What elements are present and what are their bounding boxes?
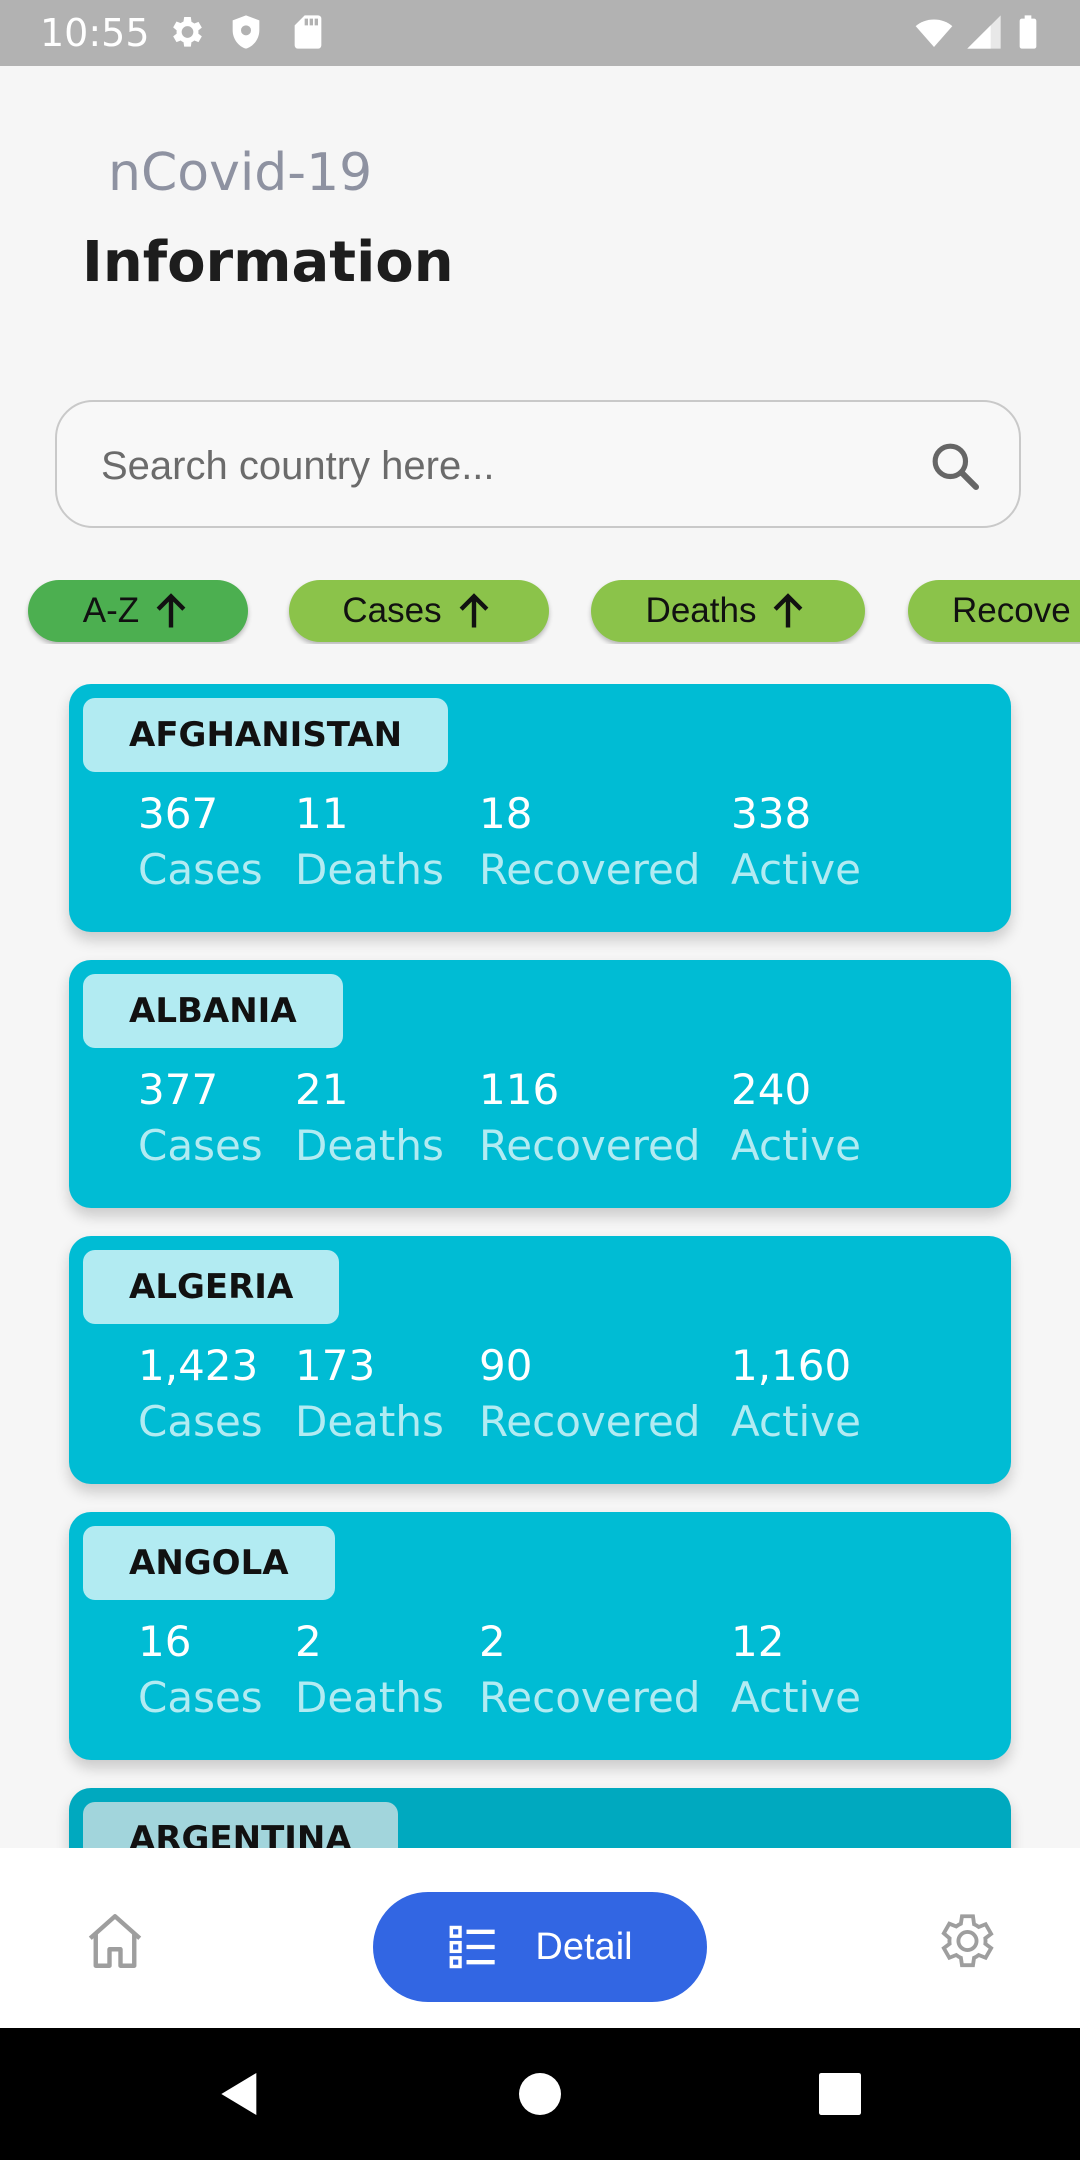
cases-label: Cases [138,1121,263,1170]
battery-icon [1019,15,1037,49]
app-screen: 10:55 nCovid-19 Information Search count… [0,0,1080,2160]
recovered-label: Recovered [479,845,701,894]
country-name: ALGERIA [83,1250,340,1324]
country-card[interactable]: ALGERIA 1,423 173 90 1,160 Cases Deaths … [69,1236,1011,1484]
gear-icon[interactable] [932,1908,998,1974]
sort-chip-az[interactable]: A-Z [28,580,248,642]
nav-detail-label: Detail [535,1925,633,1968]
sort-chip-label: Cases [342,591,442,630]
sort-chip-cases[interactable]: Cases [289,580,549,642]
gear-icon [173,17,202,47]
active-label: Active [731,1673,861,1722]
recovered-label: Recovered [479,1121,701,1170]
recents-icon[interactable] [812,2066,868,2122]
deaths-label: Deaths [295,1673,444,1722]
status-time: 10:55 [40,11,150,55]
home-button-icon[interactable] [512,2066,568,2122]
shield-icon [232,15,260,49]
nav-detail-button[interactable]: Detail [373,1892,707,2002]
arrow-up-icon [459,593,488,628]
country-card[interactable]: ARGENTINA [69,1788,1011,1848]
deaths-value: 2 [295,1617,322,1666]
cases-value: 367 [138,789,219,838]
deaths-label: Deaths [295,1121,444,1170]
country-card[interactable]: AFGHANISTAN 367 11 18 338 Cases Deaths R… [69,684,1011,932]
country-card[interactable]: ALBANIA 377 21 116 240 Cases Deaths Reco… [69,960,1011,1208]
list-icon [450,1925,496,1969]
arrow-up-icon [156,593,186,628]
sort-chip-label: A-Z [82,591,140,630]
active-value: 1,160 [731,1341,852,1390]
sd-card-icon [294,15,322,49]
recovered-label: Recovered [479,1397,701,1446]
country-name: ARGENTINA [83,1802,398,1848]
recovered-value: 2 [479,1617,506,1666]
status-bar: 10:55 [0,0,1080,66]
back-icon[interactable] [212,2066,268,2122]
cases-label: Cases [138,1673,263,1722]
sort-chip-label: Recove [952,591,1071,630]
deaths-value: 21 [295,1065,349,1114]
search-icon[interactable] [927,438,983,494]
cases-value: 16 [138,1617,192,1666]
sort-chip-label: Deaths [645,591,757,630]
cases-value: 1,423 [138,1341,259,1390]
recovered-value: 90 [479,1341,533,1390]
deaths-label: Deaths [295,1397,444,1446]
search-box[interactable] [55,400,1021,528]
bottom-nav: Detail [0,1848,1080,2028]
sort-chip-deaths[interactable]: Deaths [591,580,865,642]
recovered-value: 116 [479,1065,560,1114]
signal-icon [967,15,1001,49]
wifi-icon [915,19,953,47]
sort-chip-recovered[interactable]: Recove [908,580,1080,642]
country-name: AFGHANISTAN [83,698,449,772]
deaths-label: Deaths [295,845,444,894]
active-value: 12 [731,1617,785,1666]
cases-label: Cases [138,1397,263,1446]
app-title: nCovid-19 [108,143,373,203]
recovered-label: Recovered [479,1673,701,1722]
arrow-up-icon [774,593,803,628]
sort-chip-row: A-Z Cases Deaths Recove [0,580,1080,644]
deaths-value: 173 [295,1341,376,1390]
system-nav-bar [0,2028,1080,2160]
country-name: ANGOLA [83,1526,335,1600]
cases-value: 377 [138,1065,219,1114]
recovered-value: 18 [479,789,533,838]
search-input[interactable] [99,426,903,506]
country-name: ALBANIA [83,974,343,1048]
country-list[interactable]: AFGHANISTAN 367 11 18 338 Cases Deaths R… [0,684,1080,1848]
home-icon[interactable] [82,1908,148,1974]
active-value: 338 [731,789,812,838]
cases-label: Cases [138,845,263,894]
deaths-value: 11 [295,789,349,838]
page-title: Information [82,230,454,295]
country-card[interactable]: ANGOLA 16 2 2 12 Cases Deaths Recovered … [69,1512,1011,1760]
active-label: Active [731,845,861,894]
active-label: Active [731,1121,861,1170]
active-value: 240 [731,1065,812,1114]
active-label: Active [731,1397,861,1446]
